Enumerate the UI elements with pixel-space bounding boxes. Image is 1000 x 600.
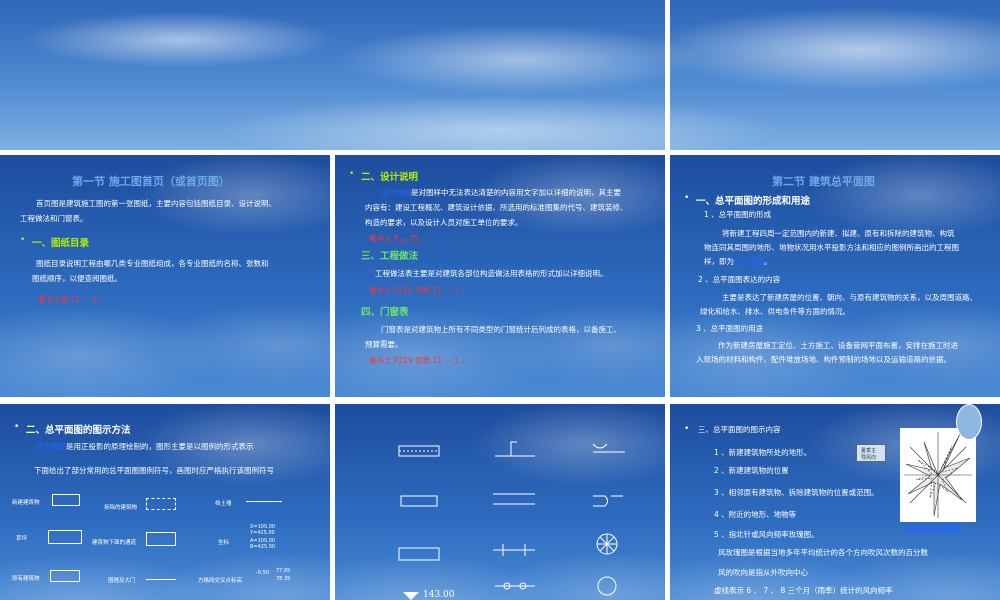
legend-label: 方格网交叉点标高 [198, 578, 243, 584]
legend-label: 新建建筑物 [12, 500, 40, 506]
slide-5[interactable]: 143.00 [335, 404, 665, 600]
slide-3[interactable]: 第二节 建筑总平面图 • 一、总平面图的形成和用途 1 、总平面图的形成 将新建… [670, 155, 1000, 397]
subsection-2: 2 、总平面图表达的内容 [698, 275, 781, 284]
slide-title: 第二节 建筑总平面图 [772, 175, 875, 188]
legend-symbols-drawing [398, 441, 625, 600]
content-item-5: 5 、指北针或风向频率玫瑰图。 [714, 530, 819, 539]
highlight-term: 总平面图 [734, 257, 764, 266]
reference-note: 看书上 P219 页表 11 － 2 。 [369, 286, 469, 295]
paragraph-line-3: 虚线表示 6 、 7 、 8 三个月（雨季）统计的风向频率 [714, 586, 893, 595]
section-heading: 二、总平面图的图示方法 [26, 425, 131, 436]
subsection-1: 1 、总平面图的形成 [704, 210, 772, 219]
north-arrow-icon [956, 404, 982, 440]
lawn-symbol [48, 530, 82, 544]
paragraph-line-4: 主要是表达了新建房屋的位置、朝向、与原有建筑物的关系，以及周围道路、 [722, 293, 977, 302]
paragraph-line-6: 预算需要。 [365, 340, 403, 349]
highlight-term: 总平面图 [36, 442, 66, 451]
bullet-icon: • [684, 424, 690, 434]
section-heading: 三、工程做法 [361, 251, 419, 262]
paragraph-line-4: 工程做法表主要是对建筑各部位构造做法用表格的形式加以详细说明。 [375, 269, 608, 278]
slide-4[interactable]: • 二、总平面图的图示方法 总平面图是用正投影的原理绘制的，图形主要是以图例的形… [0, 404, 330, 600]
legend-label: 建筑物下面的通道 [92, 540, 137, 546]
demolished-building-symbol [146, 498, 176, 510]
paragraph-line-1: 图纸目录说明工程由哪几类专业图纸组成，各专业图纸的名称、张数和 [36, 259, 269, 268]
paragraph-line-7: 入现场的材料和构件、配件堆放场地、构件预制的场地以及运输道路的依据。 [696, 355, 951, 364]
retaining-wall-symbol [246, 498, 282, 502]
section-heading: 一、图纸目录 [32, 238, 90, 249]
wind-rose-caption: 风向频率玫瑰图 [906, 524, 959, 533]
section-heading: 四、门窗表 [361, 307, 409, 318]
legend-label: 拆除的建筑物 [104, 505, 138, 511]
paragraph-line-2: 风的吹向是指从外吹向中心 [718, 568, 808, 577]
bullet-icon: • [684, 193, 690, 203]
legend-label: 围墙及大门 [108, 578, 136, 584]
reference-note: 看书上 P217 页。 [369, 234, 426, 246]
content-item-3: 3 、相邻原有建筑物、拆除建筑物的位置或范围。 [714, 488, 879, 497]
slide-6[interactable]: • 三、总平面图的图示内容 1 、新建建筑物所处的地形。 2 、新建建筑物的位置… [670, 404, 1000, 600]
content-item-2: 2 、新建建筑物的位置 [714, 466, 789, 475]
legend-label: 挡土墙 [215, 501, 232, 507]
bullet-icon: • [20, 235, 26, 245]
paragraph-line-3: 构造的要求，以及设计人员对施工单位的要求。 [365, 218, 523, 227]
wind-rose-diagram [900, 428, 976, 522]
legend-label: 原有建筑物 [12, 576, 40, 582]
elevation-value: -0.50 [256, 570, 269, 576]
content-item-4: 4 、附近的地形、地物等 [714, 510, 797, 519]
bullet-icon: • [349, 169, 355, 179]
paragraph-line-5: 门窗表是对建筑物上所有不同类型的门窗统计后列成的表格，以备施工、 [381, 325, 621, 334]
section-heading: 一、总平面图的形成和用途 [696, 196, 811, 207]
elevation-value: 143.00 [423, 590, 455, 600]
subsection-3: 3 、总平面图的用途 [696, 324, 764, 333]
paragraph-line-2: 下面给出了部分常用的总平面图图例符号，画图时应严格执行该图例符号 [34, 466, 274, 475]
sky-header-image [0, 0, 1000, 150]
passage-symbol [146, 532, 176, 546]
highlight-term: 设计说明 [381, 188, 411, 197]
section-heading: 三、总平面图的图示内容 [698, 425, 781, 434]
paragraph-line-1: 设计说明是对图样中无法表达清楚的内容用文字加以详细的说明，其主要 [381, 188, 621, 197]
paragraph-line-3: 样，即为总平面图。 [704, 257, 772, 266]
paragraph-line-2: 内容有：建设工程概况、建筑设计依据、所选用的标准图集的代号、建筑装修、 [365, 203, 628, 212]
gutter [665, 0, 670, 600]
reference-note: 看书上表 11 － 1 。 [38, 295, 107, 304]
fence-gate-symbol [146, 572, 176, 580]
slide-title: 第一节 施工图首页（或首页图） [72, 175, 230, 188]
bullet-icon: • [14, 422, 20, 432]
paragraph-line-1: 风玫瑰图是根据当地多年平均统计的各个方向吹风次数的百分数 [718, 548, 928, 557]
intro-line-1: 首页图是建筑施工图的第一张图纸，主要内容包括图纸目录、设计说明、 [36, 199, 276, 208]
coord-value: B=425.00 [250, 544, 276, 550]
reference-note: 看书上 P219 页表 11 － 1 。 [369, 356, 469, 365]
new-building-symbol [52, 494, 80, 506]
elevation-value: 77.85 [276, 568, 291, 574]
existing-building-symbol [50, 570, 80, 582]
elevation-value: 78.35 [276, 576, 291, 582]
callout-box: 夏季主 导风向 [856, 444, 886, 462]
intro-line-2: 工程做法和门窗表。 [20, 214, 88, 223]
legend-label: 草坪 [16, 536, 28, 542]
elevation-marker-icon [403, 592, 419, 600]
paragraph-line-1: 将新建工程四周一定范围内的新建、拟建、原有和拆除的建筑物、构筑 [722, 229, 955, 238]
paragraph-line-5: 绿化和给水、排水、供电条件等方面的情况。 [700, 307, 850, 316]
slide-1[interactable]: 第一节 施工图首页（或首页图） 首页图是建筑施工图的第一张图纸，主要内容包括图纸… [0, 155, 330, 397]
legend-label: 坐标 [218, 540, 230, 546]
slide-2[interactable]: • 二、设计说明 设计说明是对图样中无法表达清楚的内容用文字加以详细的说明，其主… [335, 155, 665, 397]
paragraph-line-2: 图纸顺序，以便查阅图纸。 [32, 274, 122, 283]
coord-value: Y=425.00 [250, 530, 275, 536]
paragraph-line-2: 物连同其周围的地形、地物状况用水平投影方法和相应的图例所画出的工程图 [704, 243, 959, 252]
content-item-1: 1 、新建建筑物所处的地形。 [714, 448, 812, 457]
paragraph-line-6: 作为新建房屋施工定位、土方施工、设备管网平面布置，安排在施工时进 [718, 341, 958, 350]
section-heading: 二、设计说明 [361, 172, 419, 183]
paragraph-line-1: 总平面图是用正投影的原理绘制的，图形主要是以图例的形式表示 [36, 442, 254, 451]
